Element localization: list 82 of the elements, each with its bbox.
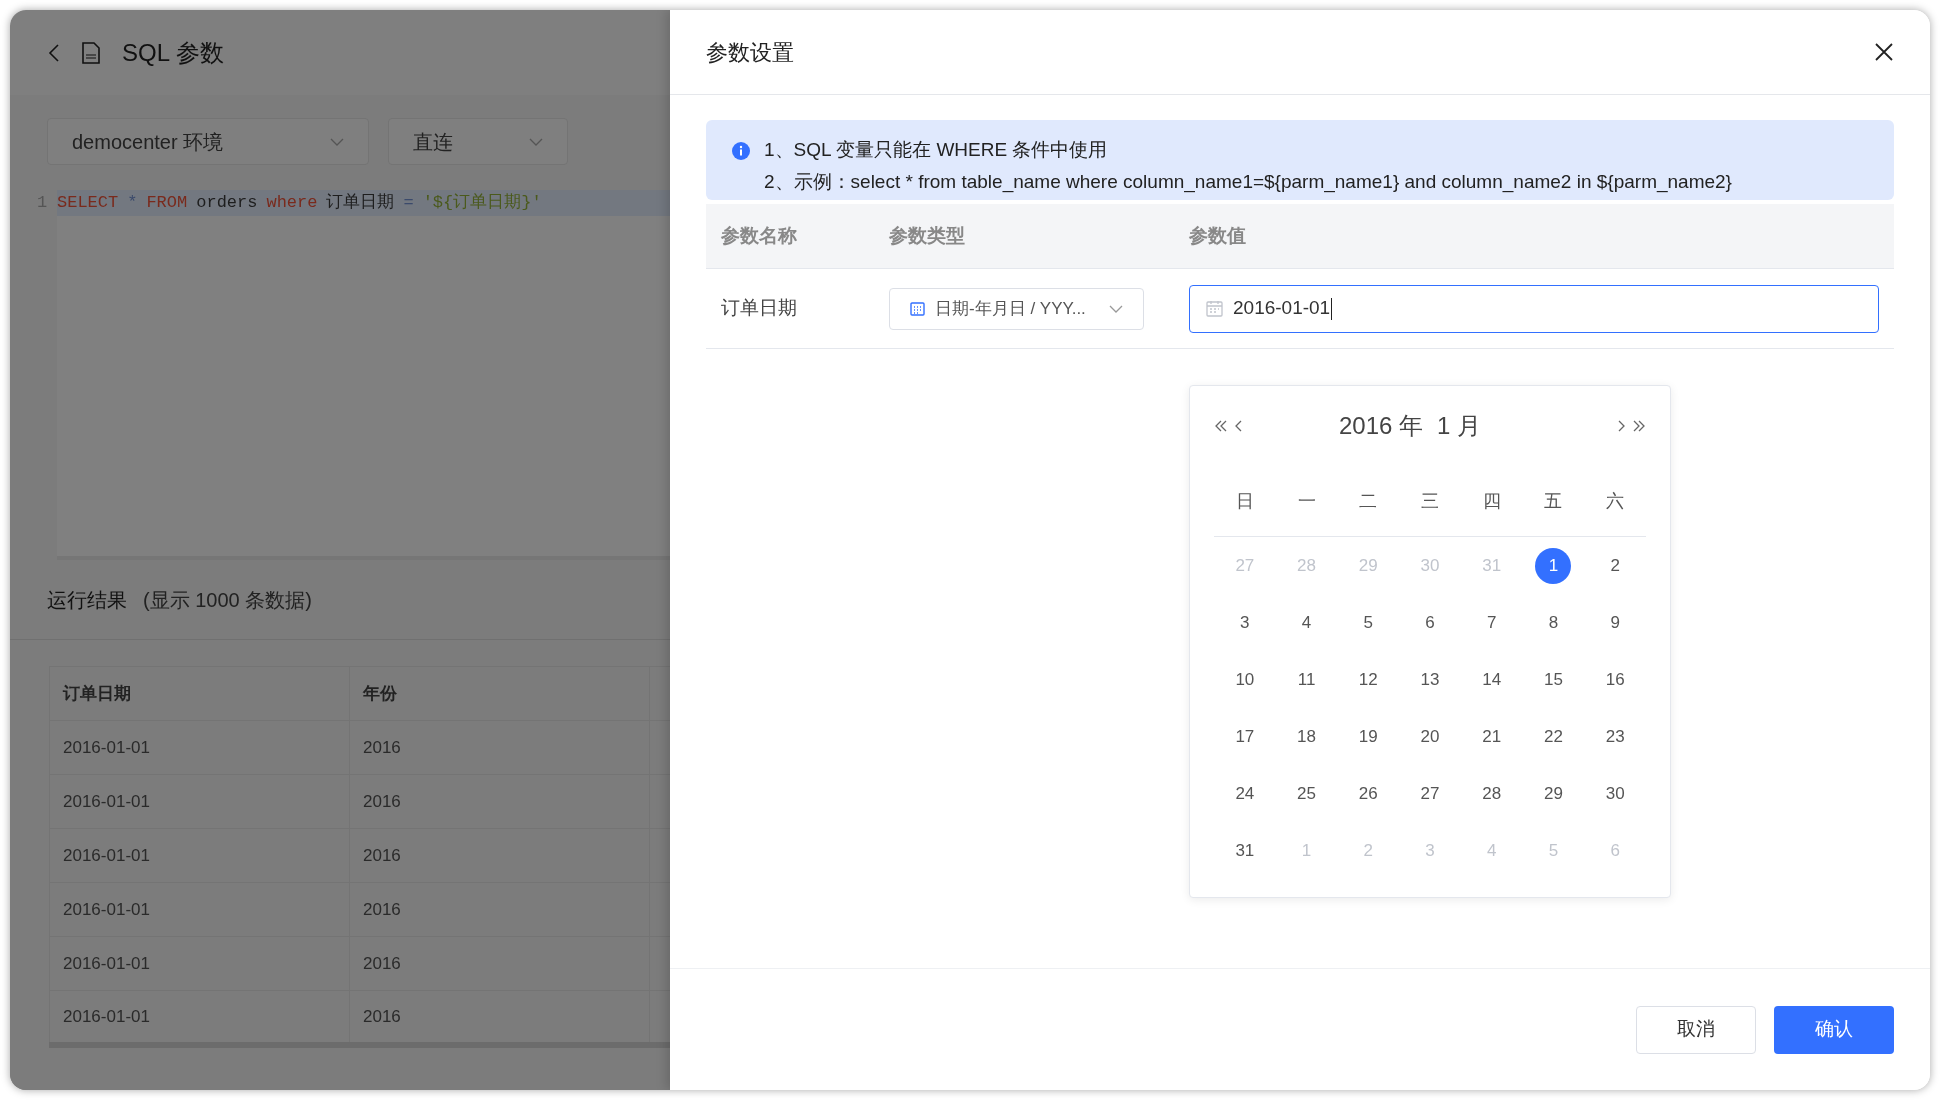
day-cell[interactable]: 9 <box>1597 604 1634 641</box>
weekday-label: 日 <box>1234 489 1255 513</box>
day-cell[interactable]: 18 <box>1288 718 1325 755</box>
weekday-label: 三 <box>1420 489 1440 513</box>
day-cell[interactable]: 20 <box>1412 718 1448 755</box>
day-cell[interactable]: 15 <box>1535 661 1572 698</box>
table-cell: 2016 <box>349 720 650 775</box>
day-cell[interactable]: 12 <box>1350 661 1387 698</box>
day-cell[interactable]: 24 <box>1226 775 1263 812</box>
day-cell[interactable]: 29 <box>1535 775 1572 812</box>
table-cell: 2016-01-01 <box>49 774 350 829</box>
calendar-icon <box>910 301 925 316</box>
day-cell[interactable]: 23 <box>1597 718 1634 755</box>
day-cell[interactable]: 3 <box>1226 604 1263 641</box>
left-icon[interactable] <box>1234 419 1243 433</box>
day-cell[interactable]: 30 <box>1597 775 1634 812</box>
column-header: 年份 <box>349 666 650 721</box>
chevron-down-icon <box>1109 304 1123 313</box>
day-cell[interactable]: 31 <box>1226 832 1263 869</box>
day-cell[interactable]: 25 <box>1288 775 1325 812</box>
results-title: 运行结果 <box>47 587 127 613</box>
day-cell[interactable]: 11 <box>1288 661 1325 698</box>
month-label[interactable]: 1 月 <box>1437 408 1482 444</box>
table-cell: 2016 <box>349 882 650 937</box>
confirm-button[interactable]: 确认 <box>1774 1005 1894 1054</box>
page-title: SQL 参数 <box>122 37 224 68</box>
day-cell[interactable]: 19 <box>1350 718 1387 755</box>
column-header: 参数值 <box>1188 223 1247 248</box>
weekday-label: 四 <box>1481 489 1502 513</box>
column-header: 参数类型 <box>888 223 966 248</box>
weekday-label: 二 <box>1358 489 1379 513</box>
day-cell[interactable]: 1 <box>1535 547 1572 584</box>
table-cell: 2016-01-01 <box>49 828 350 883</box>
table-cell: 2016 <box>349 936 650 991</box>
day-cell[interactable]: 21 <box>1473 718 1510 755</box>
results-count: (显示 1000 条数据) <box>143 587 312 613</box>
table-cell: 2016-01-01 <box>49 882 350 937</box>
day-cell[interactable]: 8 <box>1535 604 1572 641</box>
param-name: 订单日期 <box>720 296 798 321</box>
chevron-down-icon <box>330 137 344 146</box>
cancel-button[interactable]: 取消 <box>1636 1005 1756 1054</box>
type-select[interactable]: 日期-年月日 / YYY... <box>889 287 1144 330</box>
weekday-label: 六 <box>1605 489 1626 513</box>
table-cell: 2016-01-01 <box>49 720 350 775</box>
year-label[interactable]: 2016 年 <box>1338 408 1423 444</box>
weekday-label: 五 <box>1543 489 1564 513</box>
date-field[interactable]: 2016-01-01 <box>1189 284 1879 333</box>
day-cell[interactable]: 2 <box>1597 547 1634 584</box>
day-cell[interactable]: 10 <box>1226 661 1263 698</box>
right-icon[interactable] <box>1617 419 1626 433</box>
table-cell: 2016 <box>349 828 650 883</box>
day-cell[interactable]: 17 <box>1226 718 1263 755</box>
double-right-icon[interactable] <box>1632 419 1646 433</box>
day-cell[interactable]: 6 <box>1412 604 1448 641</box>
column-header: 参数名称 <box>720 223 798 248</box>
day-cell[interactable]: 16 <box>1597 661 1634 698</box>
column-header: 订单日期 <box>49 666 350 721</box>
calendar-icon <box>1206 300 1223 317</box>
alert-text: 2、示例：select * from table_name where column_name1=${parm_name1} and column_name2 in ${parm_name2} <box>764 170 1732 195</box>
day-cell[interactable]: 13 <box>1412 661 1448 698</box>
chevron-down-icon <box>529 137 543 146</box>
day-cell[interactable]: 27 <box>1412 775 1448 812</box>
double-left-icon[interactable] <box>1214 419 1228 433</box>
weekday-label: 一 <box>1296 489 1317 513</box>
back-icon[interactable] <box>48 42 60 63</box>
info-icon <box>732 142 750 160</box>
day-cell[interactable]: 7 <box>1473 604 1510 641</box>
environment-select[interactable]: democenter 环境 <box>47 118 369 165</box>
alert-text: 1、SQL 变量只能在 WHERE 条件中使用 <box>764 138 1109 162</box>
table-cell: 2016-01-01 <box>49 936 350 991</box>
day-cell[interactable]: 22 <box>1535 718 1572 755</box>
close-icon[interactable] <box>1874 42 1894 62</box>
table-cell: 2016-01-01 <box>49 990 350 1045</box>
connection-select[interactable]: 直连 <box>388 118 568 165</box>
sql-file-icon <box>80 40 102 65</box>
day-cell[interactable]: 28 <box>1473 775 1510 812</box>
drawer-title: 参数设置 <box>706 38 794 67</box>
day-cell[interactable]: 4 <box>1288 604 1325 641</box>
day-cell[interactable]: 26 <box>1350 775 1387 812</box>
table-cell: 2016 <box>349 774 650 829</box>
day-cell[interactable]: 5 <box>1350 604 1387 641</box>
day-cell[interactable]: 14 <box>1473 661 1510 698</box>
